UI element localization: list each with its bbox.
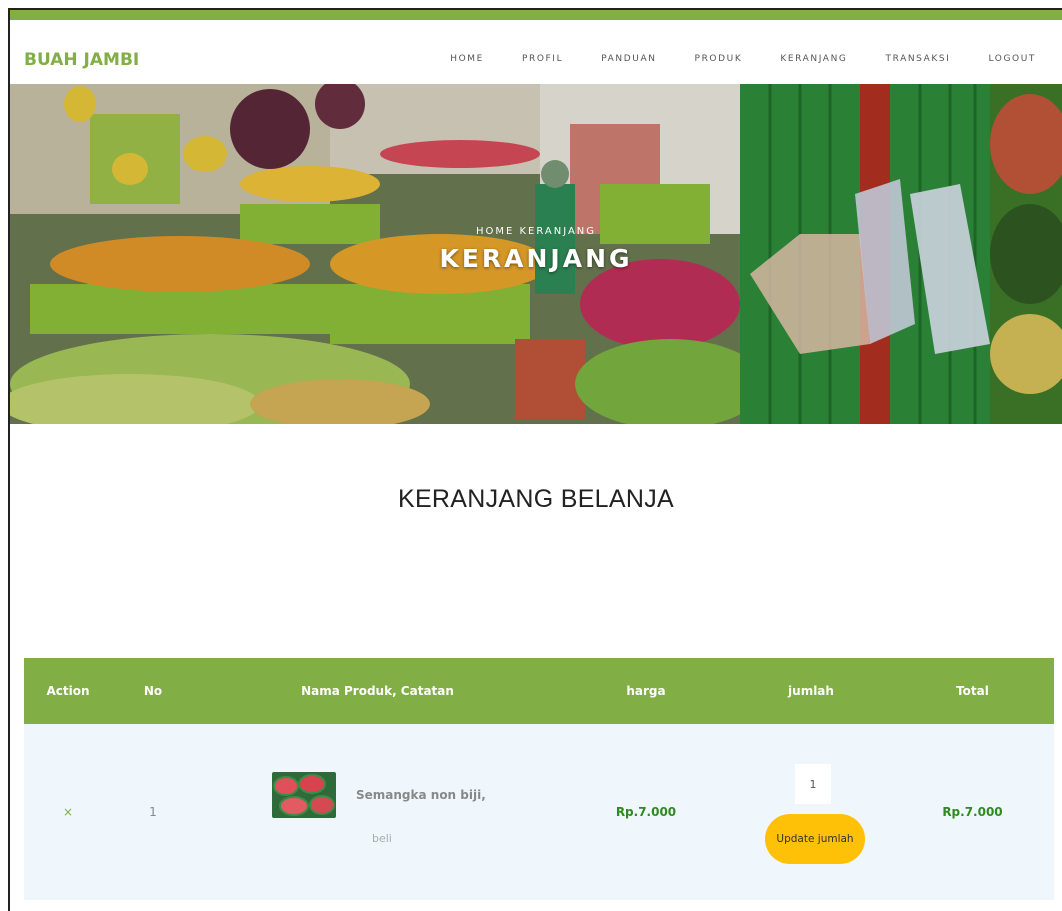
nav-home[interactable]: HOME [450, 54, 484, 64]
header-qty: jumlah [788, 684, 834, 698]
hero-title: KERANJANG [439, 244, 633, 273]
header-action: Action [46, 684, 90, 698]
product-name: Semangka non biji, [356, 788, 486, 802]
nav-produk[interactable]: PRODUK [695, 54, 743, 64]
nav-transaksi[interactable]: TRANSAKSI [885, 54, 950, 64]
nav-profil[interactable]: PROFIL [522, 54, 563, 64]
nav-panduan[interactable]: PANDUAN [601, 54, 656, 64]
update-quantity-button[interactable]: Update jumlah [765, 814, 865, 864]
nav-logout[interactable]: LOGOUT [988, 54, 1036, 64]
navbar: BUAH JAMBI HOME PROFIL PANDUAN PRODUK KE… [10, 20, 1062, 84]
page-title: KERANJANG BELANJA [397, 485, 674, 513]
quantity-input[interactable] [795, 764, 831, 804]
brand-logo[interactable]: BUAH JAMBI [24, 50, 139, 70]
quantity-cell: Update jumlah [731, 752, 891, 872]
hero-banner: HOME KERANJANG KERANJANG [10, 84, 1062, 424]
header-product: Nama Produk, Catatan [301, 684, 454, 698]
header-total: Total [956, 684, 989, 698]
header-price: harga [626, 684, 666, 698]
product-thumbnail [272, 772, 336, 818]
unit-price: Rp.7.000 [615, 805, 677, 819]
hero-breadcrumb[interactable]: HOME KERANJANG [10, 226, 1062, 237]
row-total: Rp.7.000 [942, 805, 1003, 819]
table-row: × 1 Semangka non biji, beli Rp.7.000 1 U… [24, 724, 1054, 900]
cart-table: Action No Nama Produk, Catatan harga jum… [24, 658, 1054, 900]
product-cell: Semangka non biji, beli [194, 752, 561, 872]
product-note: beli [372, 832, 392, 845]
row-number: 1 [149, 805, 157, 819]
nav-keranjang[interactable]: KERANJANG [780, 54, 847, 64]
browser-page: BUAH JAMBI HOME PROFIL PANDUAN PRODUK KE… [8, 8, 1062, 911]
main-nav: HOME PROFIL PANDUAN PRODUK KERANJANG TRA… [412, 54, 1036, 64]
header-no: No [143, 684, 163, 698]
cart-table-header: Action No Nama Produk, Catatan harga jum… [24, 658, 1054, 724]
top-accent-bar [10, 10, 1062, 20]
remove-item-button[interactable]: × [63, 805, 73, 819]
